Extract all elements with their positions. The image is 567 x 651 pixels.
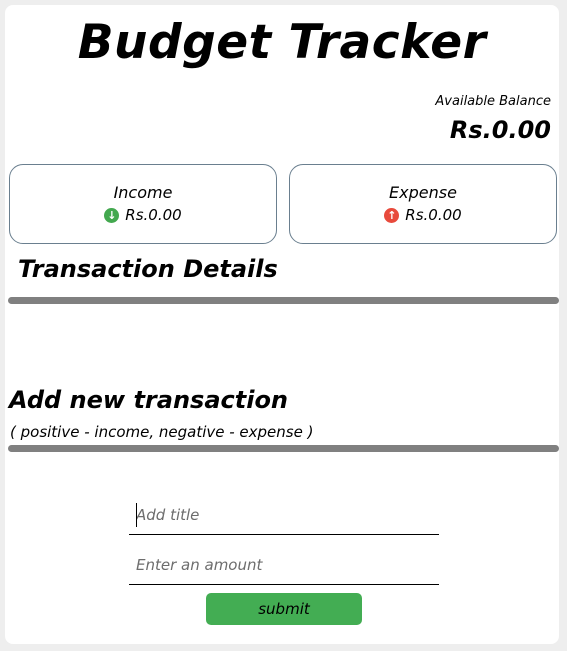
amount-input[interactable] <box>129 546 439 584</box>
expense-box: Expense ↑ Rs.0.00 <box>289 164 557 244</box>
income-amount: Rs.0.00 <box>125 206 182 224</box>
expense-label: Expense <box>389 183 457 202</box>
balance-value: Rs.0.00 <box>449 116 551 144</box>
transaction-details-title: Transaction Details <box>18 255 278 283</box>
income-label: Income <box>113 183 173 202</box>
app-title: Budget Tracker <box>77 15 487 70</box>
title-input[interactable] <box>129 496 439 534</box>
amount-field <box>129 546 439 585</box>
add-transaction-hint: ( positive - income, negative - expense … <box>10 423 314 441</box>
submit-button[interactable]: submit <box>206 593 362 625</box>
expense-amount: Rs.0.00 <box>405 206 462 224</box>
title-field <box>129 496 439 535</box>
income-box: Income ↓ Rs.0.00 <box>9 164 277 244</box>
divider <box>8 445 559 452</box>
income-amount-row: ↓ Rs.0.00 <box>10 206 276 224</box>
budget-card: Budget Tracker Available Balance Rs.0.00… <box>5 5 559 644</box>
divider <box>8 297 559 304</box>
arrow-down-circle-icon: ↓ <box>104 207 120 223</box>
expense-amount-row: ↑ Rs.0.00 <box>290 206 556 224</box>
balance-label: Available Balance <box>435 94 551 109</box>
text-caret <box>136 503 137 527</box>
arrow-up-circle-icon: ↑ <box>384 207 400 223</box>
add-transaction-title: Add new transaction <box>9 386 289 414</box>
